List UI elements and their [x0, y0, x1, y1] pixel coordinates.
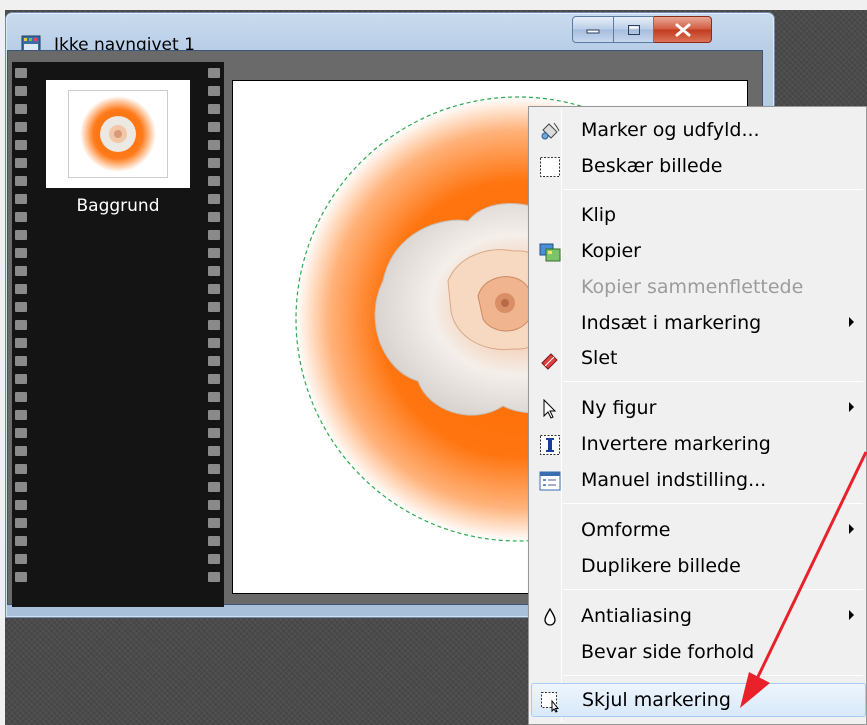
layer-label: Baggrund: [76, 196, 160, 216]
layer-thumbnail-baggrund[interactable]: [46, 80, 190, 188]
manual-settings-icon: [539, 470, 561, 492]
maximize-icon: [627, 24, 640, 35]
hide-selection-icon: [540, 691, 562, 713]
eraser-icon: [539, 348, 561, 370]
submenu-arrow-icon: [849, 402, 854, 412]
menu-item-invertere-markering[interactable]: Invertere markering: [531, 427, 866, 461]
select-fill-icon: [539, 120, 561, 142]
menu-item-duplikere-billede[interactable]: Duplikere billede: [531, 549, 866, 583]
minimize-button[interactable]: [572, 16, 614, 43]
minimize-icon: [586, 29, 600, 33]
menu-item-omforme[interactable]: Omforme: [531, 513, 866, 547]
menu-item-kopier[interactable]: Kopier: [531, 234, 866, 268]
close-button[interactable]: [654, 16, 712, 43]
droplet-icon: [539, 606, 561, 628]
menu-item-antialiasing[interactable]: Antialiasing: [531, 599, 866, 633]
menu-separator: [563, 503, 863, 504]
crop-icon: [539, 156, 561, 178]
submenu-arrow-icon: [849, 317, 854, 327]
copy-image-icon: [539, 241, 561, 263]
context-menu: Marker og udfyld... Beskær billede Klip …: [528, 106, 867, 725]
pointer-icon: [539, 398, 561, 420]
filmstrip-perforations-right: [207, 68, 221, 590]
submenu-arrow-icon: [849, 524, 854, 534]
menu-item-skjul-markering[interactable]: Skjul markering: [531, 683, 866, 717]
menu-separator: [563, 189, 863, 190]
menu-item-ny-figur[interactable]: Ny figur: [531, 391, 866, 425]
menu-item-marker-og-udfyld[interactable]: Marker og udfyld...: [531, 113, 866, 147]
menu-separator: [563, 381, 863, 382]
submenu-arrow-icon: [849, 610, 854, 620]
filmstrip-perforations-left: [14, 68, 28, 590]
menu-item-beskaer-billede[interactable]: Beskær billede: [531, 149, 866, 183]
desktop-top-strip: [0, 0, 867, 10]
menu-item-bevar-side-forhold[interactable]: Bevar side forhold: [531, 635, 866, 669]
menu-item-klip[interactable]: Klip: [531, 198, 866, 232]
menu-separator: [563, 589, 863, 590]
menu-separator: [563, 675, 863, 676]
menu-item-indsaet-i-markering[interactable]: Indsæt i markering: [531, 306, 866, 340]
menu-item-kopier-sammenflettede[interactable]: Kopier sammenflettede: [531, 270, 866, 304]
invert-selection-icon: [539, 434, 561, 456]
maximize-button[interactable]: [614, 16, 654, 43]
caption-buttons: [572, 16, 712, 43]
close-icon: [675, 23, 690, 36]
menu-item-manuel-indstilling[interactable]: Manuel indstilling...: [531, 463, 866, 497]
menu-item-slet[interactable]: Slet: [531, 341, 866, 375]
layer-thumbnail-image: [68, 90, 168, 178]
